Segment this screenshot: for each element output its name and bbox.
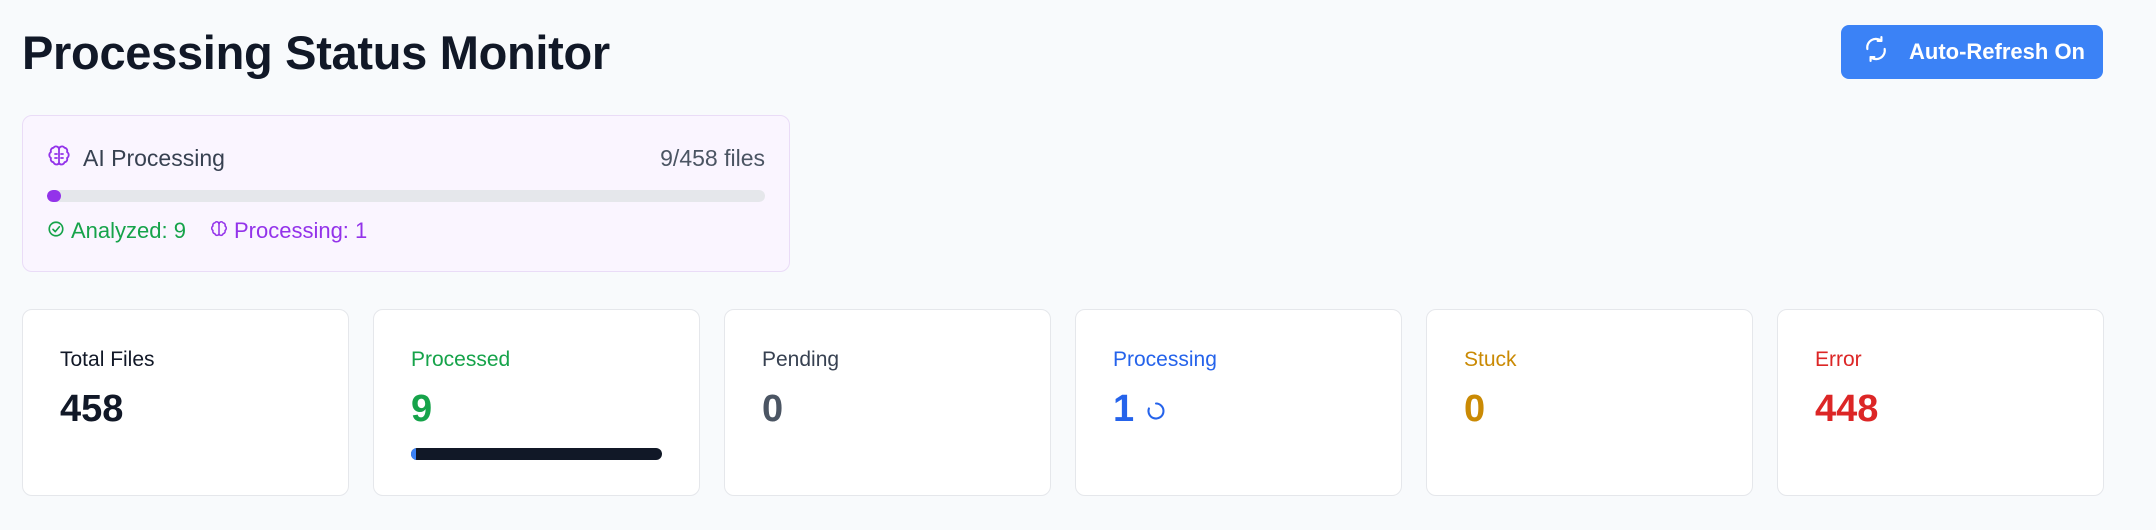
stat-card-pending: Pending 0 <box>724 309 1051 496</box>
ai-processing-count: 9/458 files <box>660 144 765 171</box>
page-header: Processing Status Monitor Auto-Refresh O… <box>22 22 2103 82</box>
analyzed-label: Analyzed: 9 <box>71 218 186 243</box>
processing-status-page: Processing Status Monitor Auto-Refresh O… <box>0 0 2156 530</box>
ai-progress-fill <box>47 190 62 202</box>
stat-label: Processing <box>1113 348 1217 371</box>
ai-progress-bar <box>47 190 765 202</box>
ai-processing-title: AI Processing <box>83 144 225 171</box>
stats-row: Total Files 458 Processed 9 Pending 0 Pr… <box>22 309 2104 496</box>
auto-refresh-label: Auto-Refresh On <box>1909 39 2085 64</box>
ai-processing-header: AI Processing 9/458 files <box>47 142 765 174</box>
stat-label: Stuck <box>1464 348 1517 371</box>
auto-refresh-button[interactable]: Auto-Refresh On <box>1841 25 2103 79</box>
stat-value: 1 <box>1113 388 1135 430</box>
processing-label: Processing: 1 <box>233 218 368 243</box>
ai-processing-legend: Analyzed: 9 Processing: 1 <box>47 218 367 244</box>
refresh-icon <box>1863 36 1889 68</box>
stat-card-processed: Processed 9 <box>373 309 700 496</box>
stat-card-stuck: Stuck 0 <box>1426 309 1753 496</box>
stat-card-processing: Processing 1 <box>1075 309 1402 496</box>
ai-processing-card: AI Processing 9/458 files Analyzed: 9 Pr… <box>22 115 790 272</box>
check-circle-icon <box>47 218 65 244</box>
page-title: Processing Status Monitor <box>22 25 610 79</box>
stat-label: Error <box>1815 348 1862 371</box>
stat-value: 458 <box>60 388 124 430</box>
processed-progress-fill <box>411 448 416 460</box>
legend-processing: Processing: 1 <box>210 218 367 244</box>
stat-label: Processed <box>411 348 511 371</box>
brain-icon <box>47 144 71 173</box>
stat-label: Pending <box>762 348 840 371</box>
ai-processing-title-group: AI Processing <box>47 144 225 173</box>
legend-analyzed: Analyzed: 9 <box>47 218 186 244</box>
spinner-icon <box>1146 388 1166 431</box>
stat-value-group: 1 <box>1113 388 1166 431</box>
stat-value: 9 <box>411 388 433 430</box>
stat-value: 0 <box>762 388 784 430</box>
brain-icon <box>210 218 228 244</box>
stat-card-error: Error 448 <box>1777 309 2104 496</box>
processed-progress-bar <box>411 448 662 460</box>
stat-value: 448 <box>1815 388 1879 430</box>
stat-value: 0 <box>1464 388 1486 430</box>
stat-card-total-files: Total Files 458 <box>22 309 349 496</box>
stat-label: Total Files <box>60 348 155 371</box>
